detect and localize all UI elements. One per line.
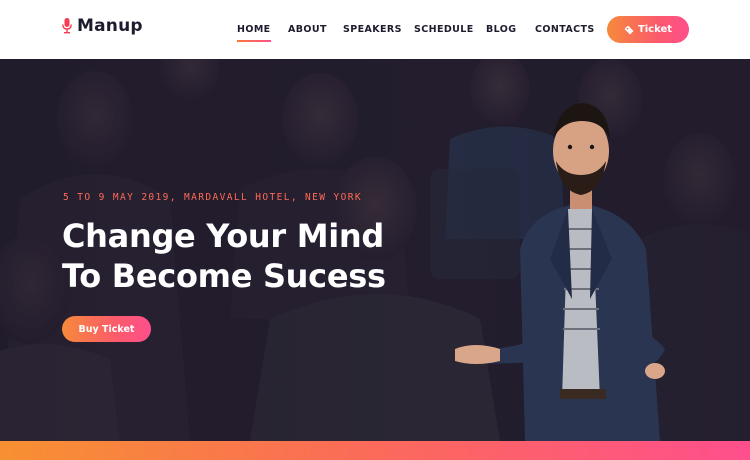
site-header: Manup HOME ABOUT SPEAKERS SCHEDULE BLOG …	[0, 0, 750, 59]
brand-name: Manup	[77, 16, 143, 36]
nav-item-about[interactable]: ABOUT	[288, 24, 327, 35]
nav-item-home[interactable]: HOME	[237, 24, 271, 42]
hero-title-line-1: Change Your Mind	[62, 217, 385, 255]
ticket-icon	[624, 25, 634, 34]
nav-item-speakers[interactable]: SPEAKERS	[343, 24, 402, 35]
buy-ticket-button[interactable]: Buy Ticket	[62, 316, 151, 342]
speaker-photo	[455, 103, 665, 441]
hero-title-line-2: To Become Sucess	[62, 257, 386, 295]
ticket-button-label: Ticket	[637, 24, 673, 35]
microphone-icon	[62, 18, 72, 34]
nav-item-schedule[interactable]: SCHEDULE	[414, 24, 474, 35]
event-date-location: 5 TO 9 MAY 2019, MARDAVALL HOTEL, NEW YO…	[63, 192, 363, 203]
nav-item-contacts[interactable]: CONTACTS	[535, 24, 595, 35]
nav-item-blog[interactable]: BLOG	[486, 24, 516, 35]
hero-section: 5 TO 9 MAY 2019, MARDAVALL HOTEL, NEW YO…	[0, 59, 750, 441]
gradient-footer-bar	[0, 441, 750, 460]
ticket-button[interactable]: Ticket	[607, 16, 689, 43]
hero-title: Change Your Mind To Become Sucess	[62, 216, 442, 296]
logo[interactable]: Manup	[62, 16, 143, 36]
